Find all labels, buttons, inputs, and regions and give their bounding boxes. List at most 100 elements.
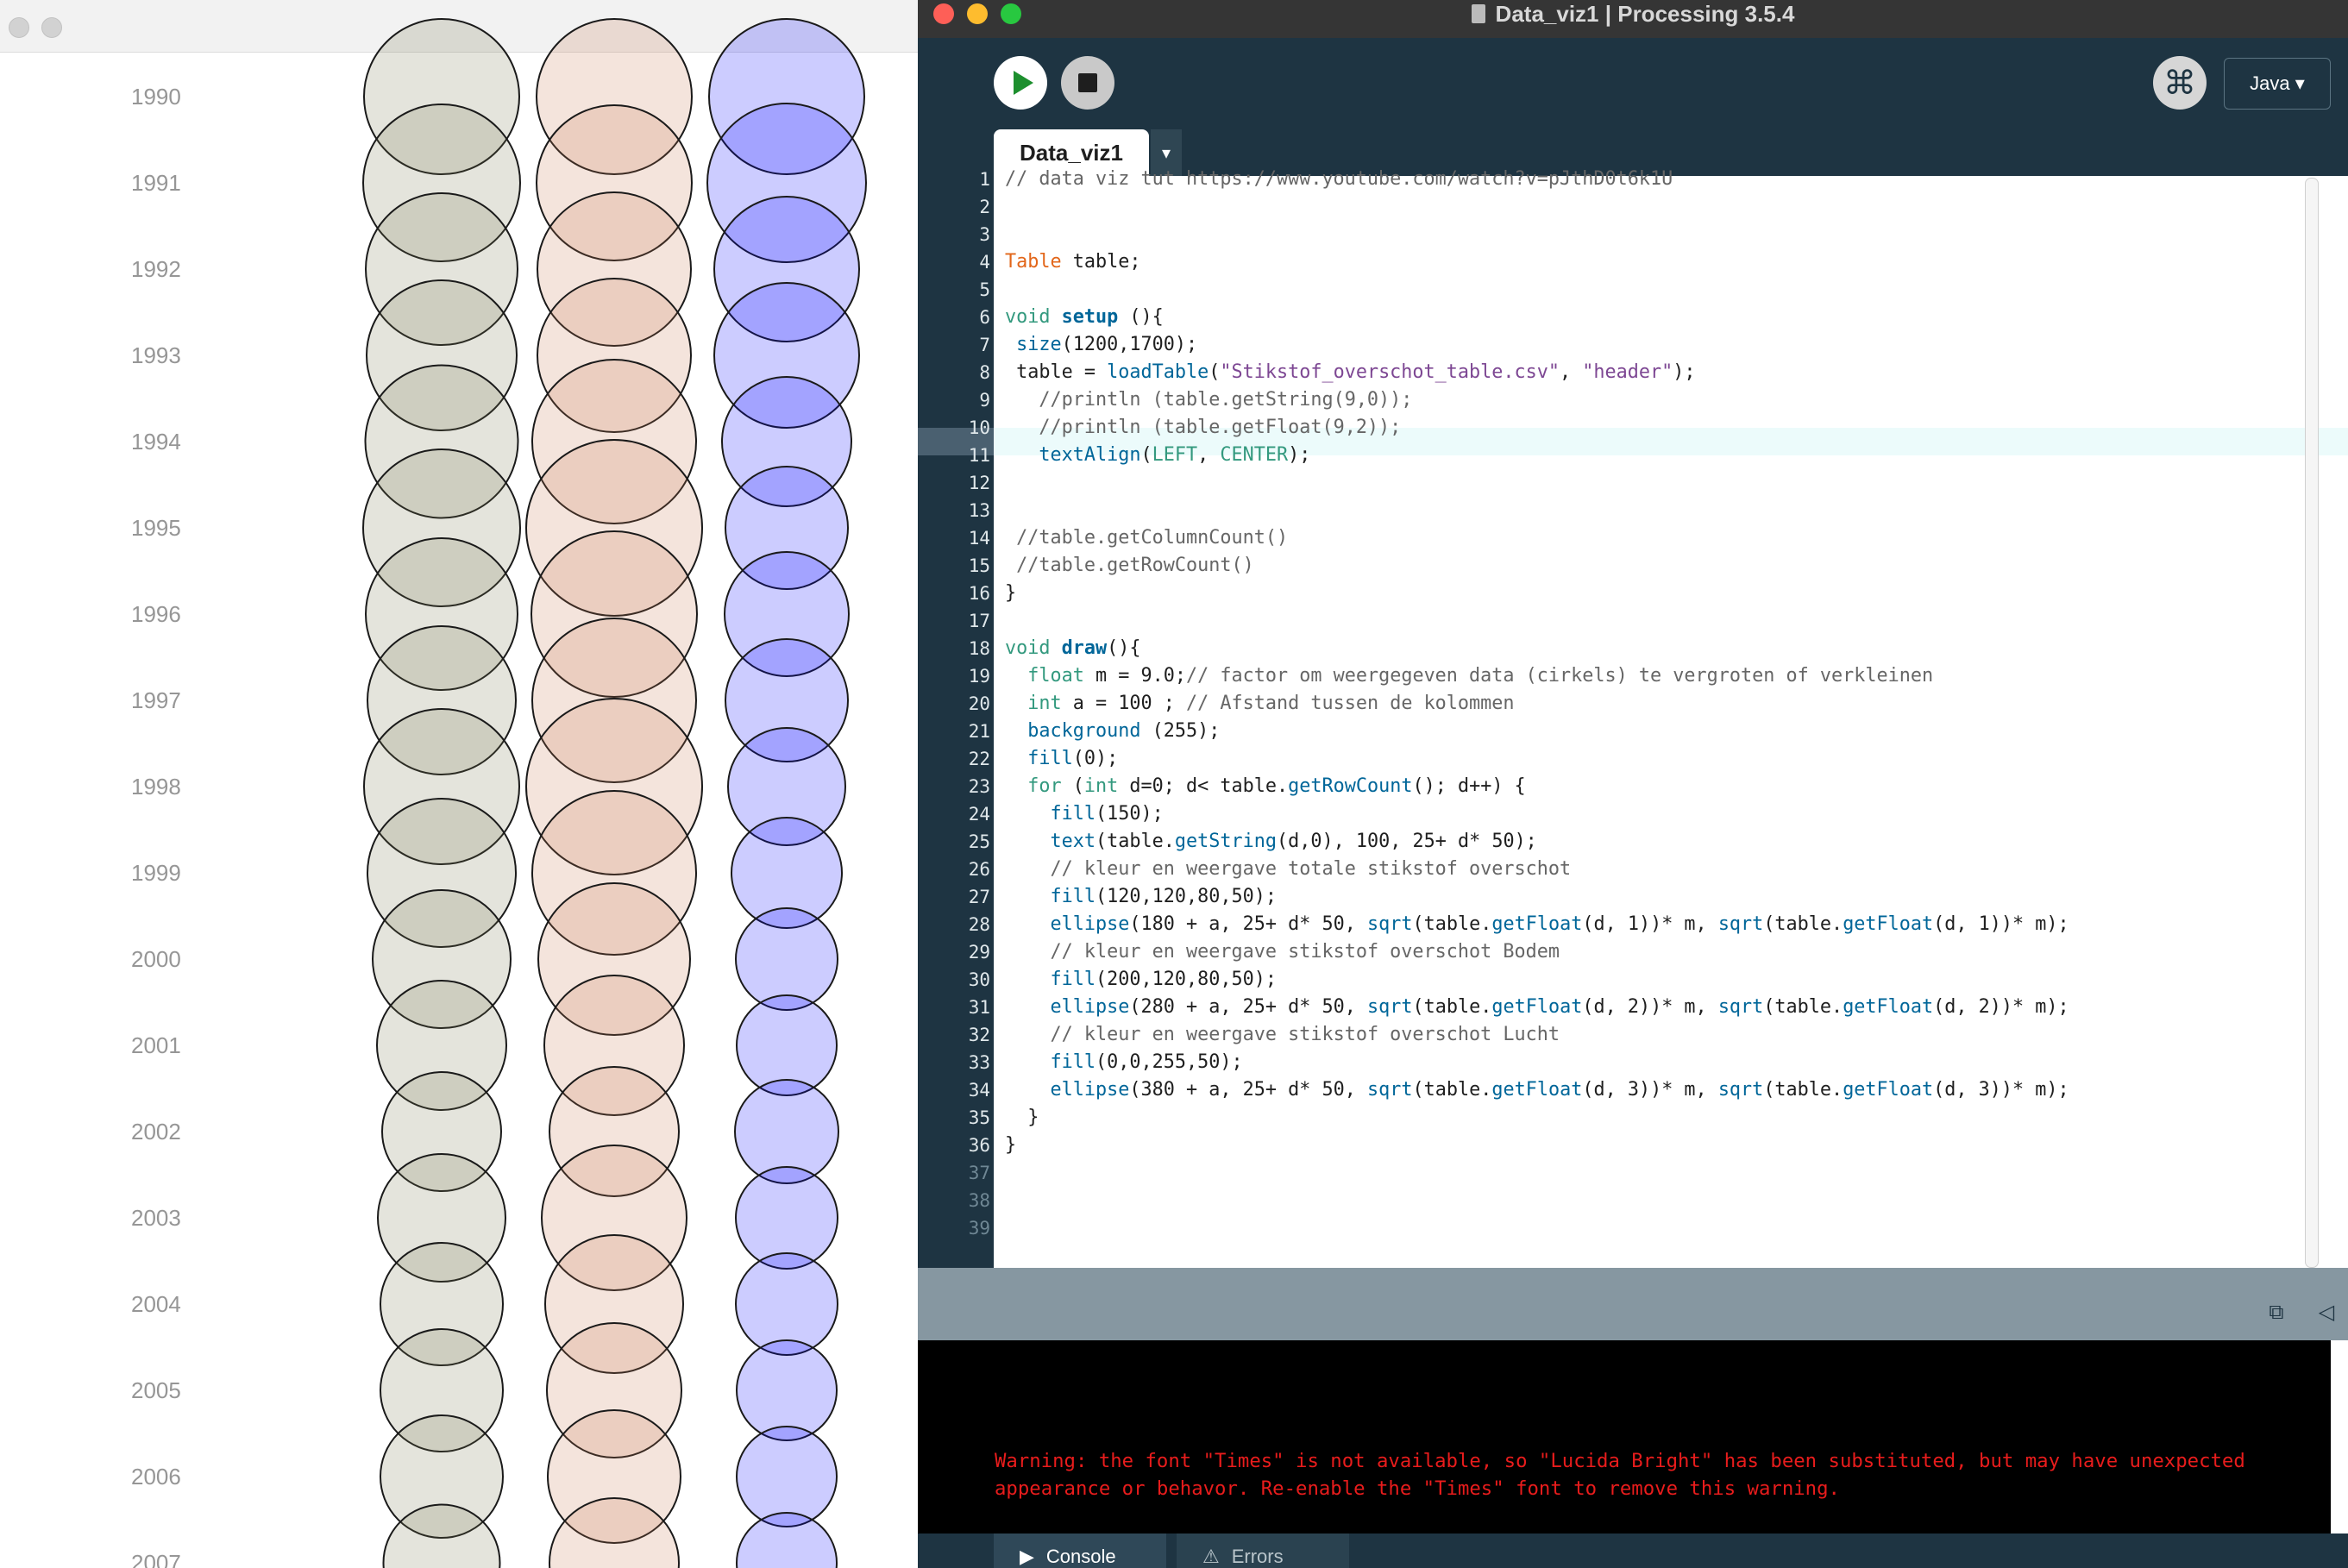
line-number: 27 xyxy=(968,887,990,907)
code-line[interactable]: size(1200,1700); xyxy=(1005,331,1197,359)
year-label: 1993 xyxy=(131,342,181,368)
debugger-icon: ⌘ xyxy=(2163,64,2196,102)
line-number: 32 xyxy=(968,1025,990,1045)
line-number: 38 xyxy=(968,1190,990,1211)
code-line[interactable]: void setup (){ xyxy=(1005,304,1164,331)
code-line[interactable]: ellipse(380 + a, 25+ d* 50, sqrt(table.g… xyxy=(1005,1076,2069,1104)
window-title: Data_viz1 | Processing 3.5.4 xyxy=(918,0,2348,28)
stop-button[interactable] xyxy=(1061,56,1114,110)
year-label: 1996 xyxy=(131,601,181,627)
code-line[interactable]: // kleur en weergave stikstof overschot … xyxy=(1005,1021,1560,1049)
line-number: 9 xyxy=(979,390,990,411)
circle-lucht xyxy=(736,1426,838,1527)
mode-selector[interactable]: Java ▾ xyxy=(2224,58,2331,110)
line-number: 33 xyxy=(968,1052,990,1073)
code-line[interactable]: fill(120,120,80,50); xyxy=(1005,883,1277,911)
line-number: 2 xyxy=(979,197,990,217)
code-line[interactable]: //println (table.getString(9,0)); xyxy=(1005,386,1412,414)
code-line[interactable]: fill(200,120,80,50); xyxy=(1005,966,1277,994)
run-button[interactable] xyxy=(994,56,1047,110)
code-line[interactable]: //table.getRowCount() xyxy=(1005,552,1254,580)
editor-scrollbar[interactable] xyxy=(2305,178,2319,1268)
collapse-console-icon[interactable]: ◁ xyxy=(2315,1301,2338,1323)
line-number: 7 xyxy=(979,335,990,355)
code-line[interactable]: } xyxy=(1005,1132,1016,1159)
line-number: 16 xyxy=(968,583,990,604)
year-label: 2005 xyxy=(131,1377,181,1403)
tab-errors[interactable]: ⚠ Errors xyxy=(1177,1534,1349,1568)
line-number: 5 xyxy=(979,279,990,300)
document-icon xyxy=(1471,4,1485,23)
code-line[interactable]: textAlign(LEFT, CENTER); xyxy=(1005,442,1310,469)
year-label: 1990 xyxy=(131,84,181,110)
year-label: 1992 xyxy=(131,256,181,282)
code-line[interactable]: void draw(){ xyxy=(1005,635,1141,662)
code-line[interactable]: table = loadTable("Stikstof_overschot_ta… xyxy=(1005,359,1695,386)
debug-button[interactable]: ⌘ xyxy=(2153,56,2207,110)
year-label: 2002 xyxy=(131,1119,181,1145)
code-line[interactable]: } xyxy=(1005,1104,1039,1132)
tab-errors-label: Errors xyxy=(1231,1546,1284,1567)
code-line[interactable]: int a = 100 ; // Afstand tussen de kolom… xyxy=(1005,690,1514,718)
code-line[interactable]: Table table; xyxy=(1005,248,1141,276)
line-number: 6 xyxy=(979,307,990,328)
line-number: 29 xyxy=(968,942,990,963)
year-label: 1998 xyxy=(131,774,181,800)
play-icon xyxy=(1014,71,1033,95)
console-scrollbar[interactable] xyxy=(2331,1340,2348,1534)
console-output: Warning: the font "Times" is not availab… xyxy=(918,1340,2331,1534)
code-line[interactable]: fill(0); xyxy=(1005,745,1118,773)
line-number: 26 xyxy=(968,859,990,880)
line-number: 39 xyxy=(968,1218,990,1239)
line-number: 30 xyxy=(968,969,990,990)
code-line[interactable]: // kleur en weergave totale stikstof ove… xyxy=(1005,856,1572,883)
code-line[interactable]: //println (table.getFloat(9,2)); xyxy=(1005,414,1401,442)
year-label: 1991 xyxy=(131,170,181,196)
console-divider-bar[interactable] xyxy=(918,1268,2348,1340)
terminal-icon: ▶ xyxy=(1020,1546,1034,1567)
code-line[interactable]: ellipse(280 + a, 25+ d* 50, sqrt(table.g… xyxy=(1005,994,2069,1021)
line-number: 15 xyxy=(968,555,990,576)
ide-titlebar: Data_viz1 | Processing 3.5.4 xyxy=(918,0,2348,38)
code-line[interactable]: // kleur en weergave stikstof overschot … xyxy=(1005,938,1560,966)
year-label: 2000 xyxy=(131,946,181,972)
console-warning-message: Warning: the font "Times" is not availab… xyxy=(995,1450,2245,1500)
line-number: 25 xyxy=(968,831,990,852)
line-number: 28 xyxy=(968,914,990,935)
line-number: 1 xyxy=(979,169,990,190)
line-number: 17 xyxy=(968,611,990,631)
line-number: 21 xyxy=(968,721,990,742)
year-label: 2007 xyxy=(131,1550,181,1568)
line-number: 11 xyxy=(968,445,990,466)
year-label: 1994 xyxy=(131,429,181,455)
code-line[interactable]: } xyxy=(1005,580,1016,607)
sketch-window: 1990 1991 1992 1993 1994 1995 1996 1997 1998 1999… xyxy=(0,0,918,1568)
processing-ide-window: Data_viz1 | Processing 3.5.4 ⌘ Java ▾ Da… xyxy=(918,0,2348,1568)
year-label: 1995 xyxy=(131,515,181,541)
code-line[interactable]: for (int d=0; d< table.getRowCount(); d+… xyxy=(1005,773,1525,800)
stop-icon xyxy=(1078,73,1097,92)
code-line[interactable]: ellipse(180 + a, 25+ d* 50, sqrt(table.g… xyxy=(1005,911,2069,938)
line-number: 12 xyxy=(968,473,990,493)
line-number: 22 xyxy=(968,749,990,769)
copy-icon[interactable]: ⧉ xyxy=(2265,1301,2288,1323)
code-line[interactable]: fill(0,0,255,50); xyxy=(1005,1049,1243,1076)
warning-icon: ⚠ xyxy=(1202,1546,1220,1567)
code-line[interactable]: background (255); xyxy=(1005,718,1220,745)
code-line[interactable]: float m = 9.0;// factor om weergegeven d… xyxy=(1005,662,1933,690)
line-number: 35 xyxy=(968,1107,990,1128)
line-number: 10 xyxy=(968,417,990,438)
line-number: 24 xyxy=(968,804,990,825)
year-label: 2003 xyxy=(131,1205,181,1231)
code-line[interactable]: text(table.getString(d,0), 100, 25+ d* 5… xyxy=(1005,828,1537,856)
tab-console[interactable]: ▶ Console xyxy=(994,1534,1166,1568)
code-line[interactable]: fill(150); xyxy=(1005,800,1164,828)
footer-tabs: ▶ Console ⚠ Errors xyxy=(918,1534,2348,1568)
code-line[interactable]: // data viz tut https://www.youtube.com/… xyxy=(1005,166,1673,193)
line-number: 13 xyxy=(968,500,990,521)
code-line[interactable]: //table.getColumnCount() xyxy=(1005,524,1288,552)
window-title-text: Data_viz1 | Processing 3.5.4 xyxy=(1495,1,1795,27)
line-number: 4 xyxy=(979,252,990,273)
year-label: 2001 xyxy=(131,1032,181,1058)
line-number: 37 xyxy=(968,1163,990,1183)
